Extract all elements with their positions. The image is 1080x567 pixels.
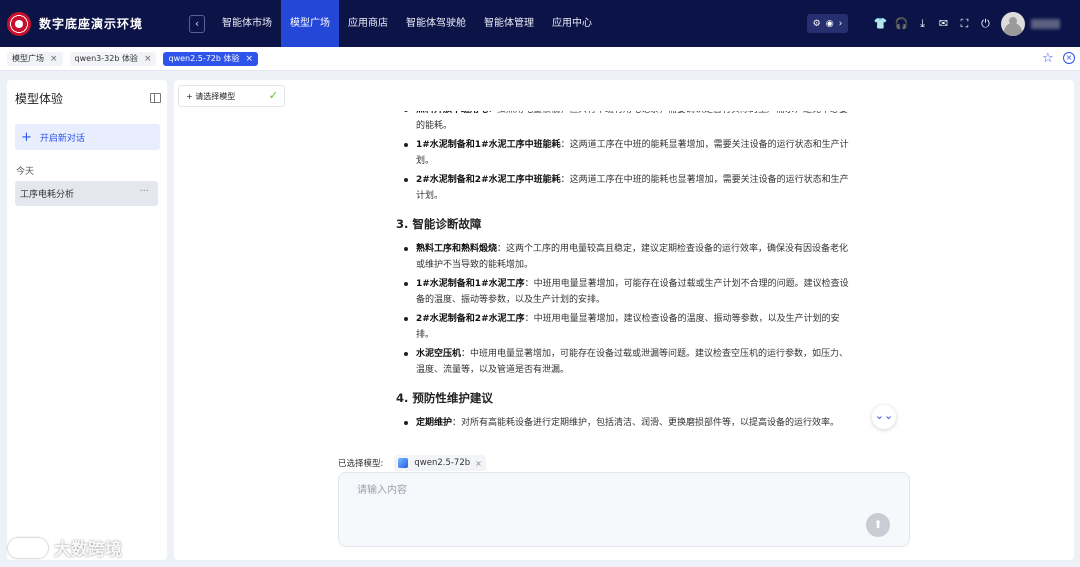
star-icon[interactable]: ☆ bbox=[1042, 51, 1054, 66]
list-item-title: 熟料开放中班用电 bbox=[416, 111, 488, 115]
more-icon[interactable]: ··· bbox=[139, 186, 149, 197]
tab-close-icon[interactable]: × bbox=[246, 54, 254, 64]
download-icon[interactable]: ⤓ bbox=[912, 15, 933, 32]
nav-item[interactable]: 智能体市场 bbox=[213, 0, 281, 47]
tab-label: 模型广场 bbox=[12, 54, 44, 63]
top-navigation-bar: 数字底座演示环境 ‹ 智能体市场 模型广场 应用商店 智能体驾驶舱 智能体管理 应用中心 … bbox=[0, 0, 1080, 47]
tab-bar: 模型广场 × qwen3-32b 体验 × qwen2.5-72b 体验 × ☆ × bbox=[0, 47, 1080, 71]
watermark: 大数跨境 bbox=[8, 535, 122, 560]
selected-model-label: 已选择模型: bbox=[338, 459, 384, 469]
scroll-to-bottom-icon[interactable]: ⌄⌄ bbox=[872, 405, 896, 429]
list-item-title: 定期维护 bbox=[416, 418, 453, 428]
chat-panel: + 请选择模型 ✓ 熟料开放中班用电：虽然用电量很低，但只有中班有用电记录，需要… bbox=[174, 80, 1074, 560]
watermark-text: 大数跨境 bbox=[54, 540, 122, 560]
list-item-title: 2#水泥制备和2#水泥工序中班能耗 bbox=[416, 175, 561, 185]
watermark-logo-icon bbox=[8, 537, 48, 558]
list-item: 水泥空压机：中班用电量显著增加，可能存在设备过载或泄漏等问题。建议检查空压机的运… bbox=[396, 346, 856, 378]
model-select-label: + 请选择模型 bbox=[186, 91, 236, 101]
model-chip-label: qwen2.5-72b bbox=[414, 458, 471, 468]
selected-model-row: 已选择模型: qwen2.5-72b × bbox=[338, 455, 486, 471]
power-icon[interactable]: ⏻ bbox=[975, 15, 996, 32]
list-item-text: ：中班用电量显著增加，可能存在设备过载或泄漏等问题。建议检查空压机的运行参数，如… bbox=[416, 349, 849, 375]
mail-icon[interactable]: ✉ bbox=[933, 15, 954, 32]
nav-item[interactable]: 应用商店 bbox=[339, 0, 397, 47]
list-item: 2#水泥制备和2#水泥工序：中班用电量显著增加，建议检查设备的温度、振动等参数，… bbox=[396, 311, 856, 343]
send-button[interactable]: ⬆ bbox=[866, 513, 890, 537]
list-item: 1#水泥制备和1#水泥工序中班能耗：这两道工序在中班的能耗显著增加，需要关注设备… bbox=[396, 137, 856, 169]
history-item[interactable]: 工序电耗分析 ··· bbox=[15, 181, 158, 206]
list-item-title: 2#水泥制备和2#水泥工序 bbox=[416, 314, 525, 324]
tab-close-icon[interactable]: × bbox=[50, 54, 58, 64]
top-toolbar: 👕 🎧 ⤓ ✉ ⛶ ⏻ bbox=[870, 15, 996, 32]
sidebar-toggle-icon[interactable] bbox=[150, 93, 161, 103]
qwen-logo-icon bbox=[398, 458, 409, 468]
sidebar: 模型体验 + 开启新对话 今天 工序电耗分析 ··· bbox=[7, 80, 167, 560]
list-item: 熟料工序和熟料煅烧：这两个工序的用电量较高且稳定，建议定期检查设备的运行效率，确… bbox=[396, 241, 856, 273]
tab[interactable]: qwen3-32b 体验 × bbox=[69, 51, 157, 66]
headset-icon[interactable]: 🎧 bbox=[891, 15, 912, 32]
nav-item[interactable]: 智能体管理 bbox=[475, 0, 543, 47]
chat-input-box: ⬆ bbox=[338, 472, 910, 547]
username-blurred[interactable] bbox=[1031, 19, 1060, 29]
tab-list: 模型广场 × qwen3-32b 体验 × qwen2.5-72b 体验 × bbox=[7, 51, 265, 66]
list-item: 熟料开放中班用电：虽然用电量很低，但只有中班有用电记录，需要确认是否有实际的生产… bbox=[396, 111, 856, 134]
plus-icon: + bbox=[21, 129, 32, 145]
new-chat-label: 开启新对话 bbox=[39, 133, 85, 144]
history-item-label: 工序电耗分析 bbox=[20, 190, 75, 200]
list-item-title: 熟料工序和熟料煅烧 bbox=[416, 244, 498, 254]
tab-label: qwen2.5-72b 体验 bbox=[168, 54, 240, 63]
chevron-right-icon: › bbox=[838, 18, 843, 29]
assistant-message: 熟料开放中班用电：虽然用电量很低，但只有中班有用电记录，需要确认是否有实际的生产… bbox=[396, 111, 856, 496]
list-item: 2#水泥制备和2#水泥工序中班能耗：这两道工序在中班的能耗也显著增加，需要关注设… bbox=[396, 172, 856, 204]
list-item-text: ：对所有高能耗设备进行定期维护，包括清洁、润滑、更换磨损部件等，以提高设备的运行… bbox=[452, 418, 840, 428]
list-item: 定期维护：对所有高能耗设备进行定期维护，包括清洁、润滑、更换磨损部件等，以提高设… bbox=[396, 415, 856, 431]
nav-item[interactable]: 智能体驾驶舱 bbox=[397, 0, 475, 47]
main-nav: 智能体市场 模型广场 应用商店 智能体驾驶舱 智能体管理 应用中心 bbox=[213, 0, 601, 47]
new-chat-button[interactable]: + 开启新对话 bbox=[15, 124, 160, 150]
target-icon: ◉ bbox=[825, 18, 834, 29]
brand-logo-icon bbox=[7, 11, 31, 36]
tab-label: qwen3-32b 体验 bbox=[74, 54, 138, 63]
settings-pill[interactable]: ⚙ ◉ › bbox=[807, 14, 848, 33]
avatar[interactable] bbox=[1001, 12, 1025, 36]
nav-collapse-button[interactable]: ‹ bbox=[189, 14, 206, 33]
gear-icon: ⚙ bbox=[812, 18, 821, 29]
tab-close-icon[interactable]: × bbox=[144, 54, 152, 64]
chat-input[interactable] bbox=[357, 481, 857, 499]
tab[interactable]: qwen2.5-72b 体验 × bbox=[163, 51, 259, 66]
fullscreen-icon[interactable]: ⛶ bbox=[954, 15, 975, 32]
list-item-title: 1#水泥制备和1#水泥工序 bbox=[416, 279, 525, 289]
nav-item[interactable]: 模型广场 bbox=[281, 0, 340, 47]
model-chip[interactable]: qwen2.5-72b × bbox=[394, 455, 486, 471]
model-select-button[interactable]: + 请选择模型 ✓ bbox=[178, 85, 285, 107]
nav-item[interactable]: 应用中心 bbox=[543, 0, 601, 47]
tshirt-icon[interactable]: 👕 bbox=[870, 15, 891, 32]
close-all-tabs-icon[interactable]: × bbox=[1063, 52, 1075, 64]
list-item-title: 1#水泥制备和1#水泥工序中班能耗 bbox=[416, 140, 561, 150]
check-icon: ✓ bbox=[268, 89, 278, 102]
tab[interactable]: 模型广场 × bbox=[7, 51, 63, 66]
section-heading: 4. 预防性维护建议 bbox=[396, 391, 493, 405]
history-group-label: 今天 bbox=[16, 167, 35, 177]
list-item: 1#水泥制备和1#水泥工序：中班用电量显著增加，可能存在设备过载或生产计划不合理… bbox=[396, 276, 856, 308]
section-heading: 3. 智能诊断故障 bbox=[396, 217, 482, 231]
list-item-title: 水泥空压机 bbox=[416, 349, 462, 359]
remove-model-icon[interactable]: × bbox=[475, 459, 482, 468]
sidebar-title: 模型体验 bbox=[15, 92, 64, 106]
brand-title: 数字底座演示环境 bbox=[39, 17, 144, 31]
